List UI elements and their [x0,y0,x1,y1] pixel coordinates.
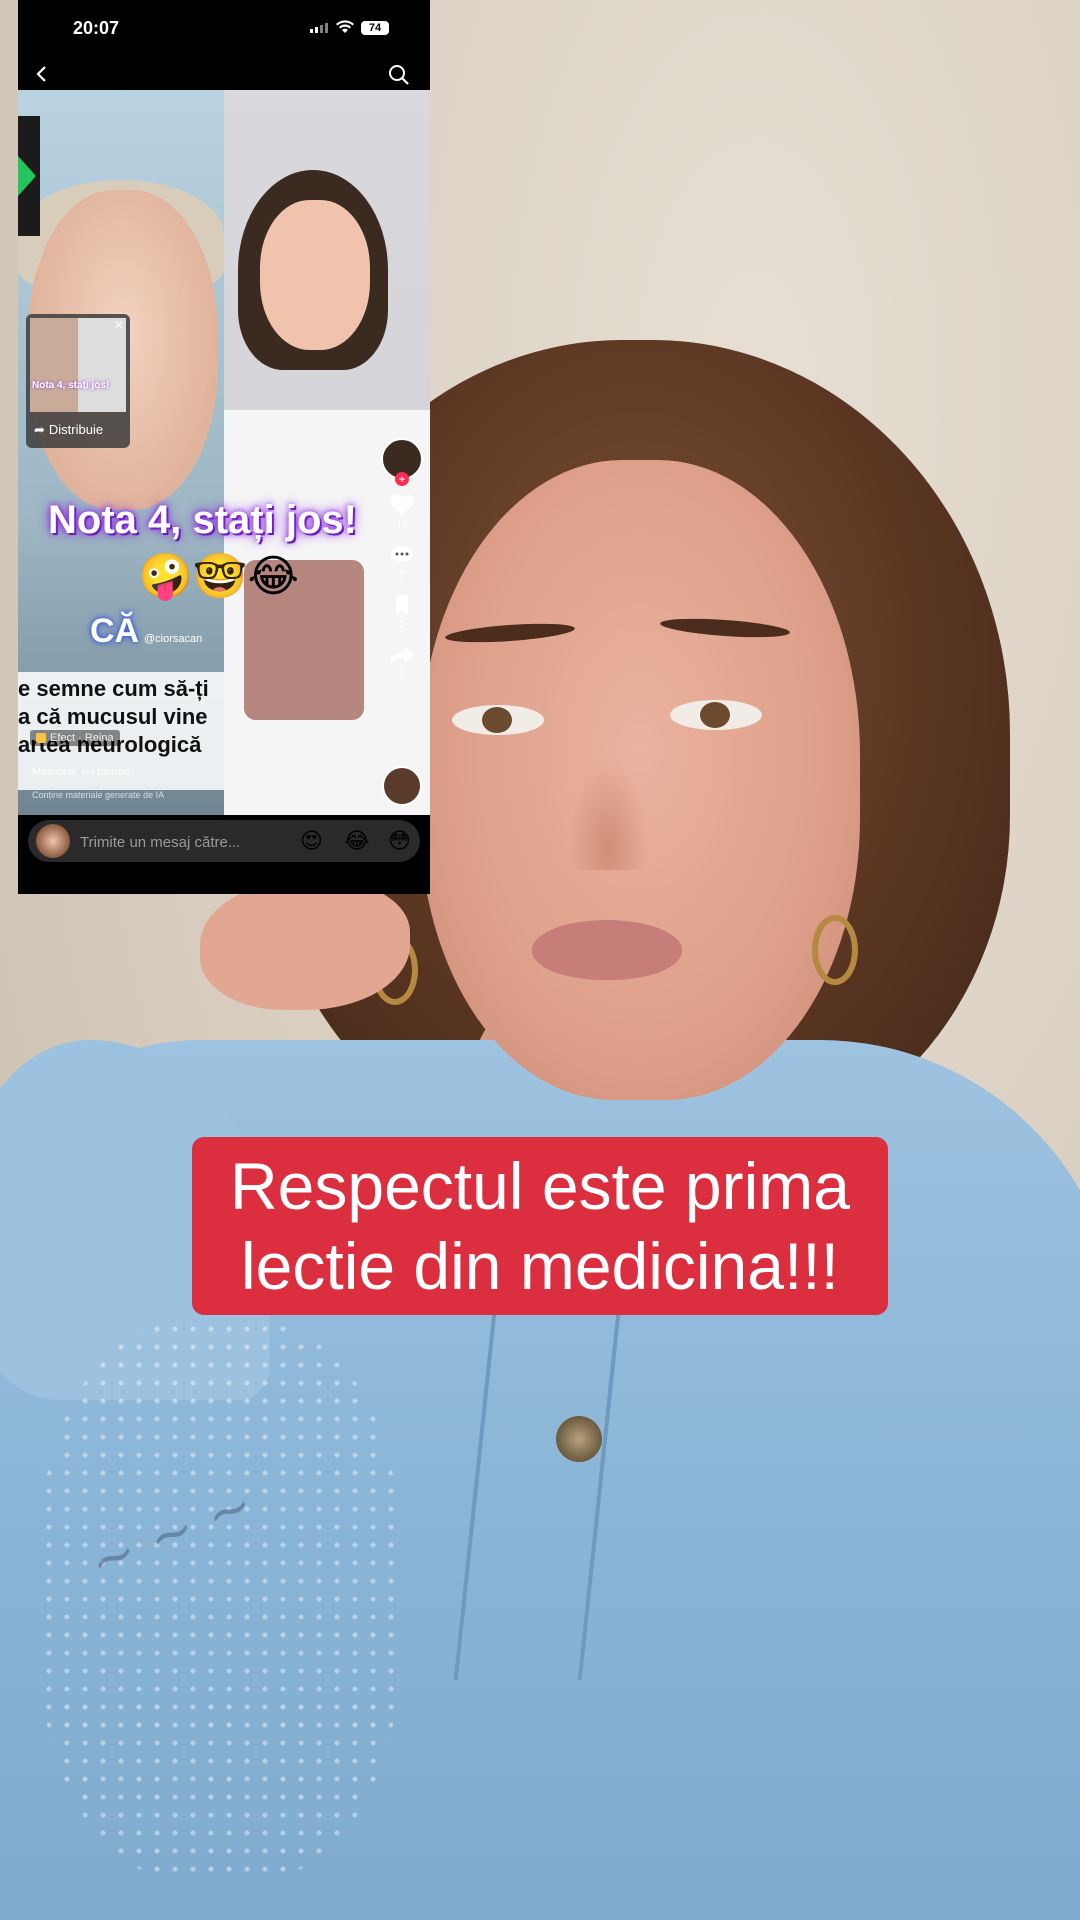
battery-level: 74 [368,22,382,34]
shirt-button [556,1416,602,1462]
effect-icon [36,733,46,743]
phone-screenshot-overlay: 20:07 74 ✕ Nota 4, stați jos! ➦ Distribu… [18,0,430,894]
creator-avatar[interactable]: + [381,438,423,486]
status-bar: 20:07 74 [18,0,430,58]
effect-label: Efect · Reina [50,732,114,744]
battery-icon: 74 [361,21,389,35]
ca-badge: CĂ [90,612,140,650]
like-action[interactable]: 16 [378,494,426,530]
share-label: Distribuie [48,422,104,437]
follow-plus-icon[interactable]: + [395,472,409,486]
user-avatar [36,824,70,858]
duet-video[interactable]: ✕ Nota 4, stați jos! ➦ Distribuie Nota 4… [18,90,430,815]
video-subtitle: Medicina, nu basme! [32,766,134,778]
left-eye [452,705,544,735]
comment-action[interactable]: 1 [378,544,426,580]
status-time: 20:07 [73,18,120,38]
share-count: 3 [399,669,405,680]
comment-count: 1 [399,569,405,580]
save-action[interactable]: 1 [378,594,426,630]
share-button[interactable]: ➦ Distribuie [34,422,103,438]
green-play-tab [18,116,40,236]
flushed-reaction-button[interactable]: 😳 [388,828,411,854]
caption-banner: Respectul este prima lectie din medicina… [192,1137,888,1315]
action-rail: + 16 1 1 3 [378,438,426,680]
right-earring [812,915,858,985]
wifi-icon [336,20,354,33]
rhinestone-pattern [40,1320,400,1880]
like-count: 16 [396,519,408,530]
right-eye [670,700,762,730]
right-person-face [260,200,370,350]
hand [200,880,410,1010]
heart-icon [390,494,414,515]
nose [568,760,648,870]
effect-tag[interactable]: Efect · Reina [30,730,120,746]
headline-emojis: 🤪🤓😂 [138,552,299,601]
search-icon[interactable] [388,64,410,86]
message-input[interactable] [78,820,302,864]
description-line: e semne cum să-ți [18,676,209,701]
nav-bar [18,58,430,90]
comment-icon [391,546,413,562]
share-mini-card[interactable]: ✕ Nota 4, stați jos! ➦ Distribuie [26,314,130,448]
caption-text: Respectul este prima lectie din medicina… [230,1149,850,1303]
share-action[interactable]: 3 [378,644,426,680]
bookmark-icon [396,595,408,615]
share-icon [390,646,414,665]
creator-handle[interactable]: @ciorsacan [144,633,202,645]
mini-card-title: Nota 4, stați jos! [32,380,110,391]
video-headline: Nota 4, stați jos! [48,498,357,542]
sound-avatar[interactable] [382,766,422,806]
laugh-reaction-button[interactable]: 😂 [344,828,370,854]
lips [532,920,682,980]
mini-card-thumbnail [30,318,126,412]
description-line: a că mucusul vine [18,704,208,729]
close-icon[interactable]: ✕ [114,318,124,332]
signal-icon [310,23,328,33]
share-arrow-icon: ➦ [34,422,45,437]
message-bar: 😍 😂 😳 [28,820,420,864]
ai-content-note: Conține materiale generate de IA [32,790,165,800]
back-arrow-icon[interactable] [32,64,52,84]
save-count: 1 [399,619,405,630]
heart-eyes-reaction-button[interactable]: 😍 [300,828,323,854]
